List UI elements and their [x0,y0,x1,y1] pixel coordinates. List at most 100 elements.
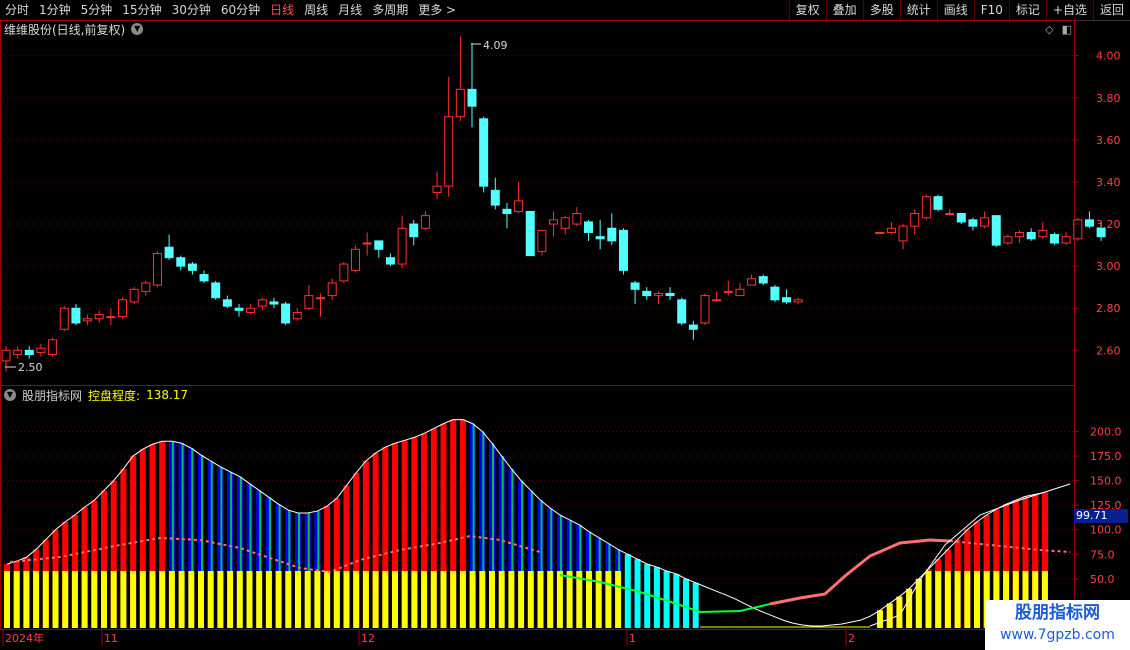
candle-body-up [141,282,151,292]
indicator-bar-yellow [411,571,418,628]
date-tick-label: 2024年 [5,631,44,645]
candle-body-up [83,318,93,322]
indicator-bar-yellow [925,571,932,628]
candle-body-down [281,303,291,324]
chart-canvas[interactable]: 2.60 2.80 3.00 3.20 3.40 3.60 3.80 4.00 50.0 75.… [0,0,1130,650]
candle-body-up [653,293,663,297]
indicator-bar-yellow [120,571,127,628]
indicator-bar-yellow [605,571,612,628]
indicator-bar-cyan [692,582,699,628]
indicator-bar-cyan [634,559,641,628]
price-annotations: 4.09 2.50 [5,39,508,374]
chevron-down-icon[interactable]: ▼ [4,389,16,401]
stock-title: 维维股份(日线,前复权) [4,22,126,37]
indicator-bar-yellow [877,610,883,628]
candle-body-down [1050,234,1059,244]
indicator-bar-yellow [246,571,253,628]
indicator-bar-yellow [615,571,622,628]
indicator-title-row: ▼ 股朋指标网 控盘程度: 138.17 [4,388,188,403]
candle-body-down [234,307,244,311]
candle-body-down [665,293,675,297]
candle-body-up [304,295,314,309]
indicator-bar-yellow [508,571,515,628]
date-tick-label: 2 [848,632,855,645]
candle-body-up [36,347,46,353]
indicator-bar-yellow [459,571,466,628]
candle-body-down [525,210,535,257]
candle-body-up [59,307,69,330]
candle-body-up [793,299,803,303]
candle-body-down [688,324,698,330]
indicator-tick-label: 50.0 [1090,573,1115,586]
price-tick-label: 3.20 [1096,218,1121,231]
candle-body-down [758,276,768,284]
watermark-url: www.7gpzb.com [1000,627,1115,643]
candle-body-up [351,248,360,271]
candle-body-up [723,290,733,293]
main-chart-border [0,20,1075,386]
candle-body-down [467,88,477,107]
indicator-bar-yellow [227,571,234,628]
candle-body-up [444,116,454,187]
indicator-bar-yellow [314,571,321,628]
indicator-bar-yellow [353,571,360,628]
candle-body-up [898,225,908,242]
indicator-bar-yellow [33,571,40,628]
candle-body-up [700,295,710,324]
indicator-bar-yellow [440,571,447,628]
candle-body-down [782,297,792,303]
candle-body-up [875,231,885,234]
indicator-bar-yellow [91,571,98,628]
candle-body-up [397,227,407,265]
candle-body-up [1,349,11,362]
price-tick-label: 3.00 [1096,260,1121,273]
date-tick-label: 12 [361,632,375,645]
indicator-bar-yellow [275,571,282,628]
indicator-bar-yellow [130,571,137,628]
candle-body-up [1073,219,1083,240]
candle-body-up [980,217,990,227]
indicator-name: 股朋指标网 [22,388,83,403]
watermark-title: 股朋指标网 [1015,603,1100,623]
indicator-bar-yellow [421,571,428,628]
indicator-bar-yellow [23,571,30,628]
indicator-bar-yellow [469,571,476,628]
indicator-bar-yellow [479,571,486,628]
candle-body-down [176,257,186,267]
indicator-bar-yellow [566,571,573,628]
candle-body-down [211,282,221,299]
candle-body-down [199,274,209,282]
candle-body-up [945,213,955,216]
candle-body-up [327,282,337,297]
indicator-bar-yellow [168,571,175,628]
indicator-bar-yellow [886,603,893,628]
chevron-down-icon[interactable]: ▼ [131,23,144,35]
price-tick-label: 2.80 [1096,302,1121,315]
candle-body-up [735,288,745,297]
candle-body-down [24,349,34,356]
diamond-icon[interactable]: ◇ [1045,23,1053,36]
candle-body-up [257,299,267,307]
indicator-bar-cyan [624,554,631,628]
indicator-bar-yellow [450,571,457,628]
candle-body-up [94,314,104,320]
indicator-bar-yellow [4,571,10,628]
indicator-bar-yellow [333,571,340,628]
indicator-bar-yellow [304,571,311,628]
candle-body-up [246,307,256,313]
site-watermark: 股朋指标网 www.7gpzb.com [985,600,1130,650]
candle-body-up [292,311,302,320]
candle-body-up [152,253,162,286]
candle-body-down [502,208,512,215]
panel-toggle-icon[interactable]: ◧ [1062,23,1072,36]
indicator-bars [4,419,1048,628]
candle-body-down [1084,219,1094,227]
indicator-bar-yellow [285,571,292,628]
candle-body-down [956,213,966,223]
indicator-bar-yellow [498,571,505,628]
price-tick-label: 3.80 [1096,92,1121,105]
candle-body-up [13,349,23,356]
indicator-bar-yellow [207,571,214,628]
indicator-axis: 50.075.0100.0125.0150.0175.0200.0 [1074,425,1122,586]
stock-title-row: 维维股份(日线,前复权) ▼ [4,21,144,37]
